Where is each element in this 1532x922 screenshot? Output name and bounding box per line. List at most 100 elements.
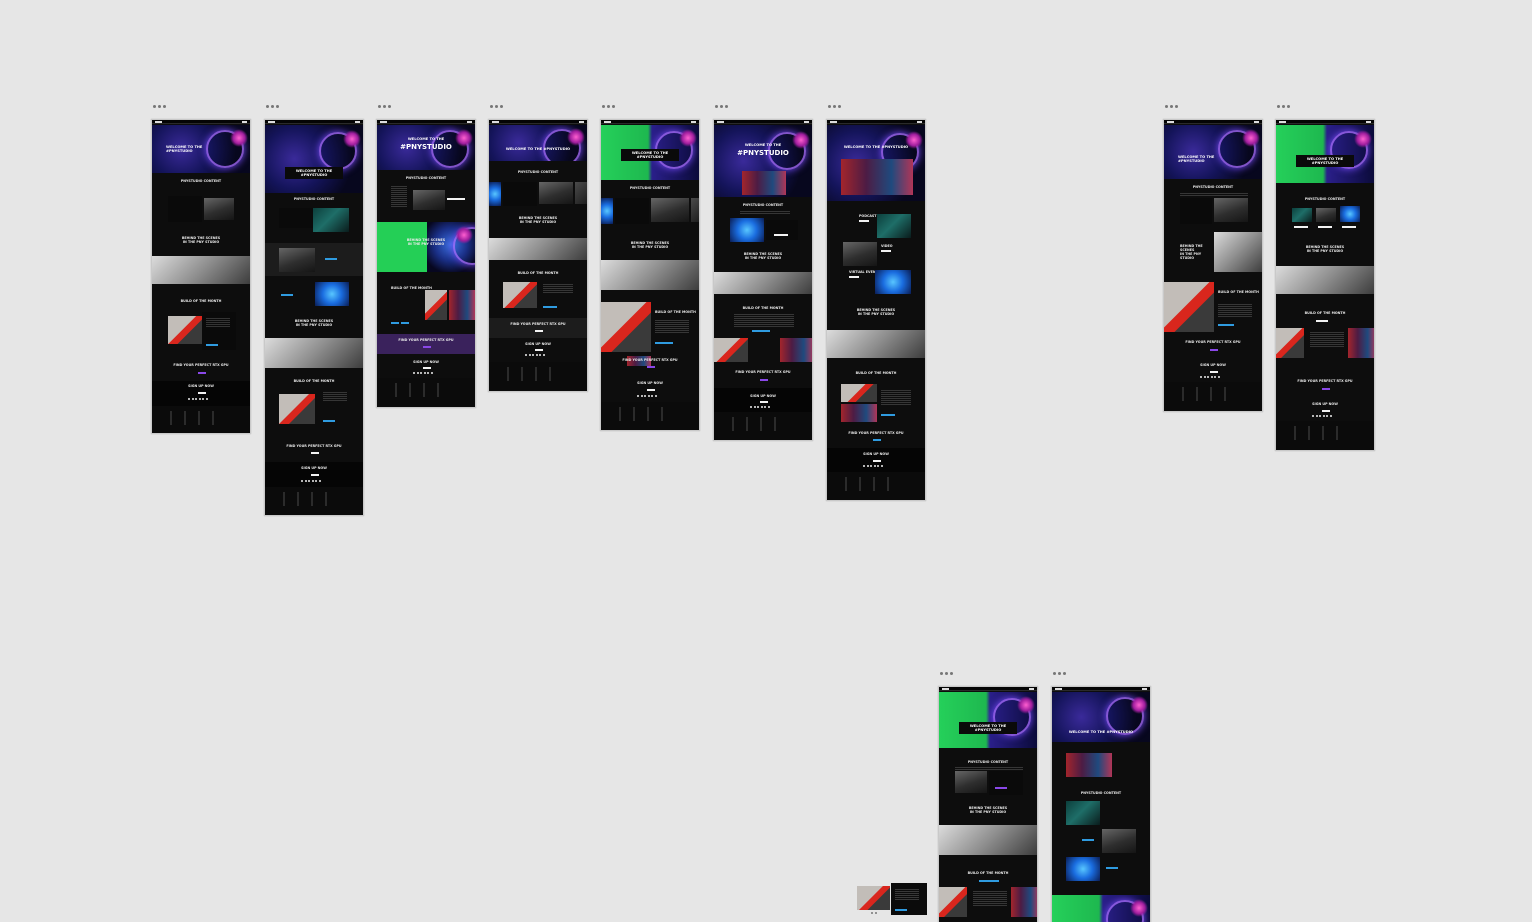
watch-button[interactable] <box>774 234 788 236</box>
more-dots-icon[interactable] <box>715 105 728 108</box>
find-gpu-button[interactable] <box>1210 349 1218 351</box>
content-tabs[interactable] <box>740 211 790 214</box>
video-button[interactable] <box>325 258 337 260</box>
build-photo <box>449 290 475 320</box>
build-image <box>425 290 447 320</box>
hero-title: #PNYSTUDIO <box>737 149 789 157</box>
gpu-image <box>843 242 877 266</box>
find-gpu-button[interactable] <box>1322 388 1330 390</box>
site-header <box>601 120 699 124</box>
studio-gallery <box>152 256 250 284</box>
content-card <box>1180 198 1212 224</box>
section-title: SIGN UP NOW <box>1312 402 1338 406</box>
watch-button[interactable] <box>447 198 465 200</box>
signup-button[interactable] <box>647 389 655 391</box>
find-gpu-button[interactable] <box>535 330 543 332</box>
more-dots-icon[interactable] <box>828 105 841 108</box>
more-dots-icon[interactable] <box>1053 672 1066 675</box>
section-title: PNYSTUDIO CONTENT <box>1304 197 1346 201</box>
signup-button[interactable] <box>198 392 206 394</box>
signup-button[interactable] <box>535 349 543 351</box>
read-more-button[interactable] <box>323 420 335 422</box>
find-gpu-button[interactable] <box>647 366 655 368</box>
watch-button[interactable] <box>995 787 1007 789</box>
read-more-button[interactable] <box>206 344 218 346</box>
behind-scenes-banner <box>427 222 475 272</box>
event-button[interactable] <box>849 276 859 278</box>
find-gpu-button[interactable] <box>198 372 206 374</box>
site-header <box>714 120 812 124</box>
page-preview: WELCOME TO THE #PNYSTUDIO PNYSTUDIO CONT… <box>713 119 813 441</box>
signup-button[interactable] <box>760 401 768 403</box>
build-photo <box>841 404 877 422</box>
find-gpu-button[interactable] <box>311 452 319 454</box>
read-more-button[interactable] <box>391 322 399 324</box>
build-image <box>601 302 651 352</box>
site-footer <box>265 487 363 515</box>
podcast-button[interactable] <box>1294 226 1308 228</box>
hero-banner: WELCOME TO THE #PNYSTUDIO <box>489 125 587 161</box>
section-title: PNYSTUDIO CONTENT <box>405 176 447 180</box>
social-icons <box>413 372 433 374</box>
tab-button[interactable] <box>1316 320 1328 322</box>
signup-button[interactable] <box>1322 410 1330 412</box>
more-dots-icon[interactable] <box>378 105 391 108</box>
design-canvas[interactable]: WELCOME TO THE #PNYSTUDIO PNYSTUDIO CONTE… <box>0 0 1532 922</box>
hero-title: WELCOME TO THE #PNYSTUDIO <box>620 149 680 161</box>
find-gpu-button[interactable] <box>873 439 881 441</box>
hero-banner: WELCOME TO THE #PNYSTUDIO <box>1052 692 1150 742</box>
video-button[interactable] <box>1318 226 1332 228</box>
more-dots-icon[interactable] <box>153 105 166 108</box>
find-gpu-button[interactable] <box>423 346 431 348</box>
more-dots-icon[interactable] <box>871 912 877 914</box>
more-dots-icon[interactable] <box>1277 105 1290 108</box>
signup-button[interactable] <box>873 460 881 462</box>
content-card <box>766 220 798 240</box>
section-title: PNYSTUDIO CONTENT <box>742 203 784 207</box>
virtual-event-image <box>315 282 349 306</box>
content-tabs[interactable] <box>391 186 407 208</box>
video-button[interactable] <box>1082 839 1094 841</box>
section-title: PNYSTUDIO CONTENT <box>629 186 671 190</box>
studio-gallery <box>1214 232 1262 272</box>
more-dots-icon[interactable] <box>940 672 953 675</box>
page-preview: WELCOME TO THE #PNYSTUDIO PODCAST VIDEO … <box>826 119 926 501</box>
content-tabs[interactable] <box>955 767 1023 770</box>
hero-title: WELCOME TO THE #PNYSTUDIO <box>1178 155 1215 163</box>
video-button[interactable] <box>881 250 891 252</box>
signup-button[interactable] <box>1210 371 1218 373</box>
hero-title: WELCOME TO THE #PNYSTUDIO <box>1068 730 1134 734</box>
more-dots-icon[interactable] <box>266 105 279 108</box>
event-button[interactable] <box>281 294 293 296</box>
more-dots-icon[interactable] <box>602 105 615 108</box>
signup-button[interactable] <box>311 474 319 476</box>
more-dots-icon[interactable] <box>490 105 503 108</box>
event-button[interactable] <box>1106 867 1118 869</box>
section-title: FIND YOUR PERFECT RTX GPU <box>286 444 342 448</box>
view-button[interactable] <box>401 322 409 324</box>
social-icons <box>637 395 657 397</box>
event-button[interactable] <box>1342 226 1356 228</box>
hero-photo <box>1066 753 1112 777</box>
signup-button[interactable] <box>423 367 431 369</box>
podcast-image <box>1066 801 1100 825</box>
gpu-band <box>489 318 587 338</box>
social-icons <box>1200 376 1220 378</box>
component-thumbnail[interactable] <box>857 883 927 915</box>
virtual-event-image <box>1066 857 1100 881</box>
read-more-button[interactable] <box>655 342 673 344</box>
find-gpu-button[interactable] <box>760 379 768 381</box>
build-image <box>279 394 315 424</box>
read-more-button[interactable] <box>1218 324 1234 326</box>
gpu-image <box>1316 208 1336 222</box>
site-header <box>939 687 1037 691</box>
read-more-button[interactable] <box>543 306 557 308</box>
gpu-image <box>204 198 234 220</box>
more-dots-icon[interactable] <box>1165 105 1178 108</box>
read-more-button[interactable] <box>881 414 895 416</box>
tab-button[interactable] <box>979 880 999 882</box>
body-text <box>881 390 911 406</box>
content-tabs[interactable] <box>1180 193 1248 196</box>
podcast-button[interactable] <box>859 220 869 222</box>
read-more-button[interactable] <box>752 330 770 332</box>
